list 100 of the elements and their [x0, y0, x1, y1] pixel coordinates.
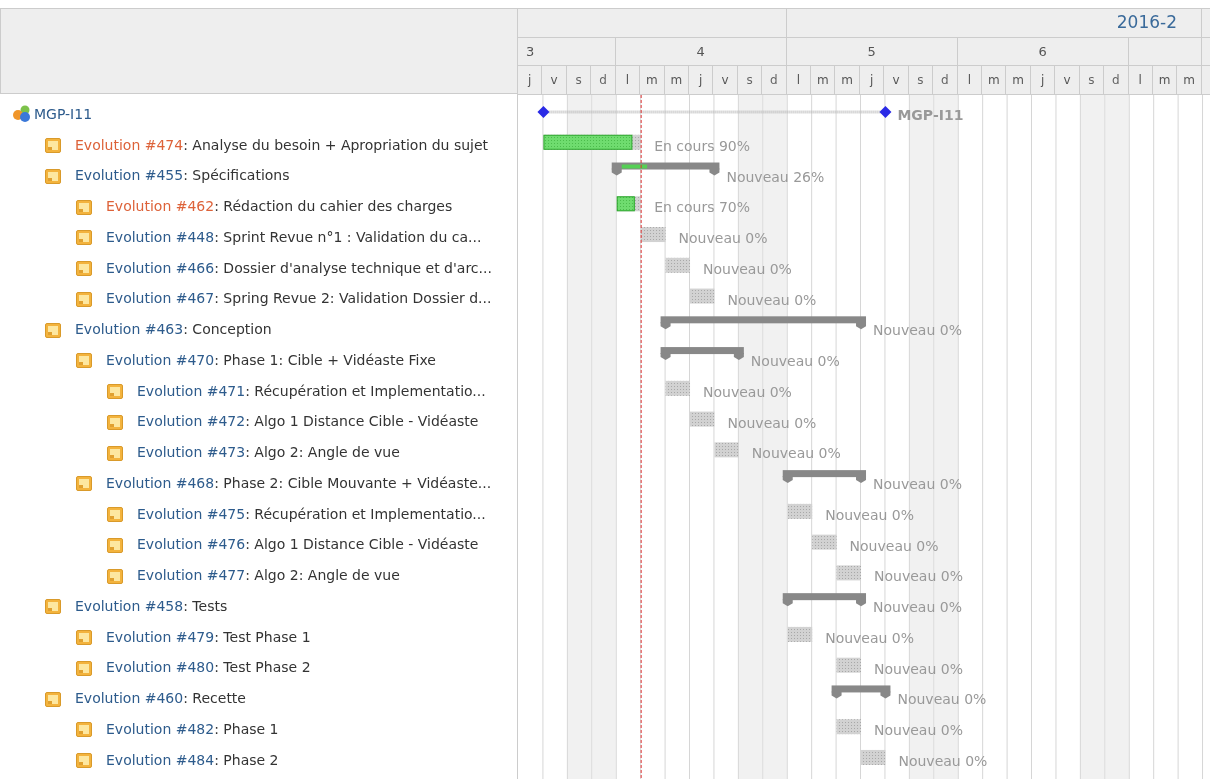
issue-link[interactable]: Evolution #471: [137, 380, 246, 402]
note-icon: [107, 567, 123, 584]
day-label: v: [1055, 66, 1080, 94]
status-label: Nouveau 0%: [678, 230, 768, 247]
status-label: Nouveau 0%: [703, 383, 792, 400]
issue-subject: : Analyse du besoin + Apropriation du sujet: [183, 135, 489, 155]
day-label: v: [542, 66, 567, 94]
issue-subject: : Récupération et Implementatio...: [245, 504, 486, 524]
issue-link[interactable]: Evolution #472: [137, 411, 246, 433]
task-bar: [665, 380, 690, 396]
issue-link[interactable]: Evolution #455: [75, 165, 184, 187]
note-icon: [76, 475, 92, 492]
task-bar: [812, 534, 837, 550]
task-bar: [690, 411, 715, 427]
issue-subject: : Récupération et Implementatio...: [245, 381, 486, 401]
issue-subject: : Dossier d'analyse technique et d'arc...: [214, 258, 492, 278]
issue-subject: : Recette: [183, 689, 246, 709]
status-label: Nouveau 26%: [726, 168, 825, 185]
task-bar: [787, 626, 813, 642]
day-label: l: [615, 66, 641, 94]
day-label: j: [1030, 66, 1056, 94]
issue-link[interactable]: Evolution #458: [75, 595, 184, 617]
status-label: Nouveau 0%: [873, 599, 962, 616]
issue-link[interactable]: Evolution #470: [106, 349, 215, 371]
task-bar: [836, 657, 861, 673]
task-bar: [836, 719, 861, 735]
issue-link[interactable]: Evolution #460: [75, 688, 184, 710]
issue-link[interactable]: Evolution #480: [106, 657, 215, 679]
issue-link[interactable]: Evolution #467: [106, 288, 215, 310]
status-label: Nouveau 0%: [874, 568, 963, 585]
project-link[interactable]: MGP-I11: [34, 103, 93, 125]
status-label: Nouveau 0%: [825, 506, 915, 523]
issue-link[interactable]: Evolution #463: [75, 319, 184, 341]
note-icon: [76, 629, 92, 646]
note-icon: [76, 752, 92, 769]
week-label: 6: [1038, 42, 1047, 61]
day-label: m: [640, 66, 665, 94]
issue-link[interactable]: Evolution #448: [106, 226, 215, 248]
status-label: Nouveau 0%: [873, 322, 962, 339]
week-label: 3: [526, 42, 535, 61]
task-bar: [690, 288, 715, 304]
day-label: s: [737, 66, 763, 94]
issue-link[interactable]: Evolution #476: [137, 534, 246, 556]
task-bar: [836, 565, 861, 581]
issue-subject: : Algo 2: Angle de vue: [245, 443, 400, 463]
status-label: Nouveau 0%: [898, 752, 988, 769]
task-bar: [641, 227, 666, 243]
note-icon: [76, 198, 92, 215]
note-icon: [76, 659, 92, 676]
status-label: Nouveau 0%: [825, 629, 915, 646]
day-label: m: [1152, 66, 1178, 94]
status-label: Nouveau 0%: [727, 414, 817, 431]
note-icon: [45, 598, 61, 615]
note-icon: [45, 690, 61, 707]
issue-link[interactable]: Evolution #484: [106, 749, 215, 771]
issue-link[interactable]: Evolution #479: [106, 626, 215, 648]
day-label: m: [811, 66, 836, 94]
note-icon: [45, 137, 61, 154]
issue-subject: : Algo 1 Distance Cible - Vidéaste: [245, 535, 479, 555]
issue-link[interactable]: Evolution #477: [137, 565, 246, 587]
issue-subject: : Phase 1: [214, 719, 279, 739]
note-icon: [107, 383, 123, 400]
status-label: Nouveau 0%: [873, 476, 962, 493]
project-icon: [12, 105, 32, 124]
note-icon: [76, 229, 92, 246]
day-label: m: [982, 66, 1007, 94]
day-label: m: [1006, 66, 1031, 94]
day-label: d: [762, 66, 787, 94]
issue-link[interactable]: Evolution #462: [106, 196, 215, 218]
note-icon: [107, 536, 123, 553]
note-icon: [45, 167, 61, 184]
day-label: s: [1079, 66, 1105, 94]
day-label: j: [518, 66, 543, 94]
issue-link[interactable]: Evolution #482: [106, 718, 215, 740]
issue-subject: : Algo 1 Distance Cible - Vidéaste: [245, 412, 479, 432]
task-bar: [714, 442, 739, 458]
day-label: v: [884, 66, 909, 94]
status-label: Nouveau 0%: [703, 260, 792, 277]
status-label: Nouveau 0%: [874, 722, 963, 739]
note-icon: [107, 413, 123, 430]
status-label: Nouveau 0%: [849, 537, 939, 554]
note-icon: [107, 506, 123, 523]
day-label: m: [835, 66, 860, 94]
issue-link[interactable]: Evolution #473: [137, 442, 246, 464]
issue-subject: : Spring Revue 2: Validation Dossier d...: [214, 289, 492, 309]
note-icon: [76, 260, 92, 277]
note-icon: [45, 321, 61, 338]
day-label: j: [688, 66, 714, 94]
month-label: 2016-2: [1116, 11, 1177, 35]
issue-subject: : Rédaction du cahier des charges: [214, 197, 453, 217]
day-label: s: [908, 66, 934, 94]
day-label: d: [1104, 66, 1129, 94]
note-icon: [76, 290, 92, 307]
project-bar-label: MGP-I11: [897, 107, 964, 123]
day-label: l: [957, 66, 982, 94]
day-label: m: [664, 66, 689, 94]
issue-link[interactable]: Evolution #474: [75, 134, 184, 156]
issue-link[interactable]: Evolution #468: [106, 472, 215, 494]
issue-link[interactable]: Evolution #466: [106, 257, 215, 279]
issue-link[interactable]: Evolution #475: [137, 503, 246, 525]
